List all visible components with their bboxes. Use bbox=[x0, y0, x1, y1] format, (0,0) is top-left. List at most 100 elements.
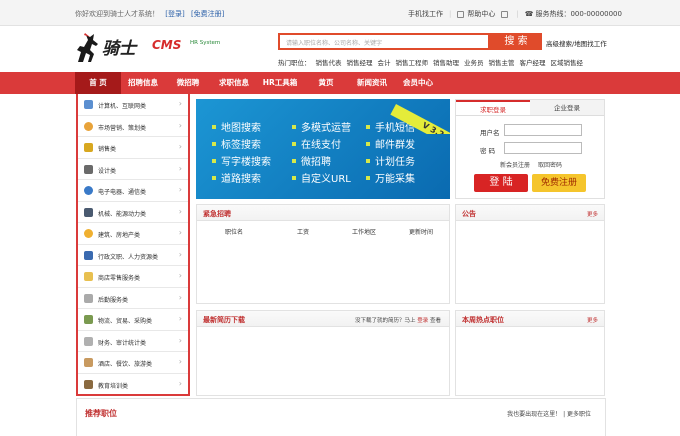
nav-jobs[interactable]: 招聘信息 bbox=[121, 72, 165, 94]
password-label: 密 码 bbox=[480, 147, 496, 155]
banner-feature: 多模式运营 bbox=[292, 119, 351, 134]
category-label: 计算机、互联网类 bbox=[98, 103, 147, 110]
category-label: 设计类 bbox=[98, 167, 117, 175]
forgot-password-link[interactable]: 取回密码 bbox=[538, 162, 562, 169]
banner-feature: 地图搜索 bbox=[212, 119, 261, 134]
chevron-right-icon: › bbox=[178, 120, 182, 130]
panel-title: 公告 bbox=[462, 210, 476, 218]
banner-feature: 计划任务 bbox=[366, 153, 415, 168]
resume-view-link[interactable]: 查看 bbox=[430, 318, 441, 324]
hot-job-link[interactable]: 会计 bbox=[378, 57, 391, 67]
tab-company-login[interactable]: 企业登录 bbox=[530, 100, 604, 115]
category-label: 建筑、房地产类 bbox=[98, 232, 141, 239]
chevron-right-icon: › bbox=[178, 99, 182, 108]
chevron-right-icon: › bbox=[178, 163, 182, 173]
free-register-button[interactable]: 免费注册 bbox=[532, 174, 586, 192]
welcome-text: 你好欢迎到骑士人才系统！ [登录] [免费注册] bbox=[75, 9, 224, 19]
column-header: 工资 bbox=[297, 229, 310, 236]
category-item[interactable]: 建筑、房地产类 › bbox=[78, 223, 188, 245]
search-button[interactable]: 搜 索 bbox=[490, 33, 542, 50]
chevron-right-icon: › bbox=[178, 271, 182, 280]
category-sidebar: 计算机、互联网类 › 市场营销、策划类 › 销售类 › 设计类 › 电子电器、通信类 › … bbox=[76, 94, 190, 396]
hot-jobs-panel: 本周热点职位 更多 bbox=[455, 310, 605, 396]
notice-panel: 公告 更多 bbox=[455, 204, 605, 304]
chevron-right-icon: › bbox=[178, 357, 182, 366]
nav-yellow-pages[interactable]: 黄页 bbox=[303, 72, 349, 94]
login-button[interactable]: 登 陆 bbox=[474, 174, 528, 192]
hot-job-link[interactable]: 销售主管 bbox=[489, 57, 515, 67]
hot-job-link[interactable]: 销售助理 bbox=[433, 57, 459, 67]
site-logo[interactable]: 骑士 CMS HR System bbox=[72, 32, 222, 66]
knight-horse-icon bbox=[77, 33, 98, 62]
design-icon bbox=[84, 164, 93, 174]
category-label: 后勤服务类 bbox=[98, 296, 129, 304]
category-label: 教育培训类 bbox=[98, 382, 129, 390]
tab-jobseeker-login[interactable]: 求职登录 bbox=[456, 100, 530, 115]
chevron-right-icon: › bbox=[178, 378, 182, 388]
category-label: 机械、能源动力类 bbox=[98, 210, 147, 218]
more-link[interactable]: 更多 bbox=[587, 316, 598, 324]
banner-feature: 道路搜索 bbox=[212, 170, 261, 185]
chevron-right-icon: › bbox=[178, 249, 182, 259]
chevron-right-icon: › bbox=[178, 292, 182, 302]
category-item[interactable]: 财务、审计统计类 › bbox=[78, 331, 188, 352]
education-icon bbox=[84, 379, 93, 389]
panel-title: 本周热点职位 bbox=[462, 316, 504, 324]
resume-download-panel: 最新简历下载 没下载了就的简历？马上 登录 查看 bbox=[196, 310, 450, 396]
more-link[interactable]: 更多 bbox=[587, 210, 598, 218]
login-link[interactable]: [登录] bbox=[165, 10, 184, 18]
hot-job-link[interactable]: 销售经理 bbox=[347, 57, 373, 67]
hot-job-link[interactable]: 销售代表 bbox=[316, 57, 342, 67]
category-item[interactable]: 后勤服务类 › bbox=[78, 288, 188, 309]
hot-job-link[interactable]: 业务员 bbox=[464, 57, 484, 67]
help-center-link[interactable]: 帮助中心 bbox=[467, 9, 495, 19]
chevron-right-icon: › bbox=[178, 142, 182, 151]
hot-job-link[interactable]: 销售工程师 bbox=[396, 57, 429, 67]
category-item[interactable]: 电子电器、通信类 › bbox=[78, 180, 188, 202]
hot-job-link[interactable]: 客户经理 bbox=[520, 57, 546, 67]
register-link[interactable]: [免费注册] bbox=[191, 10, 224, 18]
phone-icon: ☎ bbox=[524, 10, 534, 18]
nav-hr-tools[interactable]: HR工具箱 bbox=[257, 72, 303, 94]
category-item[interactable]: 销售类 › bbox=[78, 137, 188, 159]
category-item[interactable]: 设计类 › bbox=[78, 159, 188, 180]
qr-icon[interactable] bbox=[501, 10, 509, 18]
hotel-icon bbox=[84, 358, 93, 367]
mobile-job-link[interactable]: 手机找工作 bbox=[408, 9, 443, 19]
column-header: 工作地区 bbox=[352, 229, 377, 236]
chevron-right-icon: › bbox=[178, 314, 182, 323]
chevron-right-icon: › bbox=[178, 335, 182, 345]
category-item[interactable]: 教育培训类 › bbox=[78, 374, 188, 396]
section-title: 推荐职位 bbox=[85, 409, 117, 418]
category-item[interactable]: 机械、能源动力类 › bbox=[78, 202, 188, 223]
nav-news[interactable]: 新闻资讯 bbox=[349, 72, 395, 94]
category-item[interactable]: 商店零售服务类 › bbox=[78, 266, 188, 288]
category-item[interactable]: 计算机、互联网类 › bbox=[78, 94, 188, 116]
resume-login-link[interactable]: 登录 bbox=[417, 318, 428, 324]
search-input[interactable]: 请输入职位名称、公司名称、关键字 bbox=[278, 33, 490, 50]
search-placeholder: 请输入职位名称、公司名称、关键字 bbox=[286, 40, 383, 47]
hot-job-link[interactable]: 区域销售经 bbox=[551, 57, 584, 67]
category-label: 电子电器、通信类 bbox=[98, 189, 147, 196]
username-label: 用户名 bbox=[480, 129, 500, 137]
service-icon bbox=[84, 293, 93, 303]
category-item[interactable]: 市场营销、策划类 › bbox=[78, 116, 188, 137]
nav-home[interactable]: 首 页 bbox=[75, 72, 121, 94]
nav-micro-recruit[interactable]: 微招聘 bbox=[165, 72, 211, 94]
password-field[interactable] bbox=[504, 142, 582, 154]
nav-resumes[interactable]: 求职信息 bbox=[211, 72, 257, 94]
username-field[interactable] bbox=[504, 124, 582, 136]
advanced-search-link[interactable]: 高级搜索/地图找工作 bbox=[546, 38, 607, 48]
column-header: 更新时间 bbox=[409, 229, 434, 236]
category-label: 物流、贸易、采购类 bbox=[98, 318, 153, 325]
category-item[interactable]: 行政文职、人力资源类 › bbox=[78, 245, 188, 266]
hot-jobs-label: 热门职位： bbox=[278, 59, 311, 67]
main-nav: 首 页 招聘信息 微招聘 求职信息 HR工具箱 黄页 新闻资讯 会员中心 bbox=[0, 72, 680, 94]
recommend-links[interactable]: 我也要出现在这里！ | 更多职位 bbox=[507, 409, 591, 418]
nav-member-center[interactable]: 会员中心 bbox=[395, 72, 441, 94]
new-member-register-link[interactable]: 新会员注册 bbox=[500, 162, 530, 169]
category-item[interactable]: 酒店、餐饮、旅游类 › bbox=[78, 352, 188, 374]
hotline-text: 服务热线：000-00000000 bbox=[535, 10, 622, 18]
category-item[interactable]: 物流、贸易、采购类 › bbox=[78, 309, 188, 331]
resume-hint: 没下载了就的简历？马上 bbox=[354, 318, 416, 324]
